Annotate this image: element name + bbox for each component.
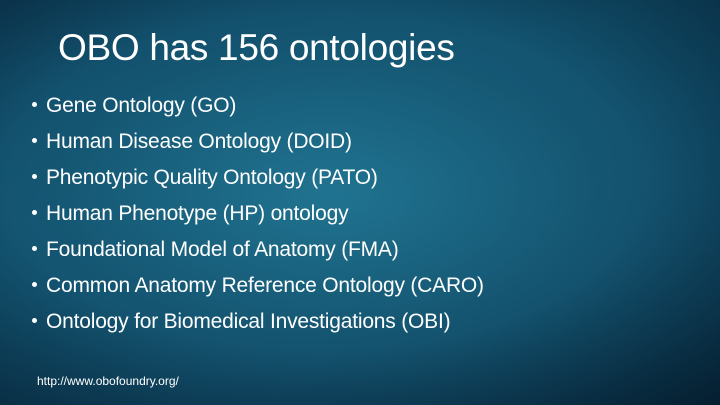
bullet-dot-icon: [32, 246, 37, 251]
bullet-item-fma: Foundational Model of Anatomy (FMA): [32, 232, 484, 268]
bullet-dot-icon: [32, 318, 37, 323]
bullet-item-caro: Common Anatomy Reference Ontology (CARO): [32, 268, 484, 304]
obofoundry-link[interactable]: http://www.obofoundry.org/: [37, 373, 179, 389]
bullet-dot-icon: [32, 282, 37, 287]
bullet-text: Phenotypic Quality Ontology (PATO): [46, 166, 378, 189]
bullet-text: Human Phenotype (HP) ontology: [46, 202, 349, 225]
bullet-text: Gene Ontology (GO): [46, 94, 237, 117]
bullet-item-go: Gene Ontology (GO): [32, 88, 484, 124]
bullet-item-hp: Human Phenotype (HP) ontology: [32, 196, 484, 232]
bullet-item-pato: Phenotypic Quality Ontology (PATO): [32, 160, 484, 196]
bullet-list: Gene Ontology (GO) Human Disease Ontolog…: [32, 88, 484, 340]
bullet-dot-icon: [32, 210, 37, 215]
bullet-text: Human Disease Ontology (DOID): [46, 130, 352, 153]
bullet-text: Common Anatomy Reference Ontology (CARO): [46, 274, 484, 297]
bullet-dot-icon: [32, 102, 37, 107]
bullet-item-obi: Ontology for Biomedical Investigations (…: [32, 304, 484, 340]
slide-title: OBO has 156 ontologies: [58, 27, 455, 68]
bullet-dot-icon: [32, 174, 37, 179]
bullet-text: Foundational Model of Anatomy (FMA): [46, 238, 399, 261]
bullet-dot-icon: [32, 138, 37, 143]
bullet-text: Ontology for Biomedical Investigations (…: [46, 310, 451, 333]
bullet-item-doid: Human Disease Ontology (DOID): [32, 124, 484, 160]
